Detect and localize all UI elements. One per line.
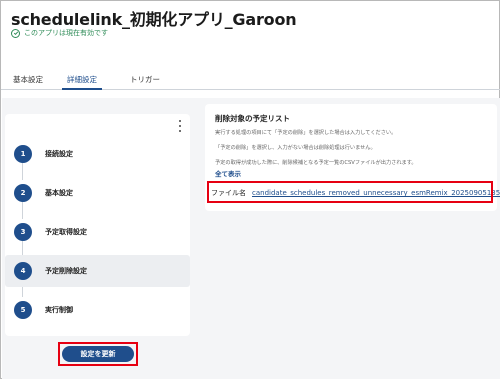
- show-all-link[interactable]: 全て表示: [215, 168, 241, 178]
- tab-trigger[interactable]: トリガー: [130, 74, 160, 90]
- step-label: 実行制御: [45, 306, 73, 314]
- help-text: 予定の取得が成功した際に、削除候補となる予定一覧のCSVファイルが出力されます。: [215, 160, 417, 166]
- delete-list-title: 削除対象の予定リスト: [215, 114, 290, 123]
- page-title: schedulelink_初期化アプリ_Garoon: [11, 10, 297, 29]
- highlight-box: [207, 181, 493, 203]
- tab-basic-settings[interactable]: 基本設定: [13, 74, 43, 90]
- step-label: 予定削除設定: [45, 267, 87, 275]
- step-label: 予定取得設定: [45, 228, 87, 236]
- tab-bar: 基本設定 詳細設定 トリガー: [1, 72, 500, 90]
- step-number: 3: [14, 223, 32, 241]
- step-label: 基本設定: [45, 189, 73, 197]
- step-number: 2: [14, 184, 32, 202]
- step-execution-control[interactable]: 5 実行制御: [5, 294, 190, 326]
- more-options-icon[interactable]: [178, 120, 182, 132]
- step-number: 5: [14, 301, 32, 319]
- help-text: 「予定の削除」を選択し、入力がない場合は削除処理は行いません。: [215, 145, 376, 151]
- step-label: 接続設定: [45, 150, 73, 158]
- app-window: schedulelink_初期化アプリ_Garoon このアプリは現在有効です …: [0, 0, 500, 379]
- step-schedule-fetch-settings[interactable]: 3 予定取得設定: [5, 216, 190, 248]
- tab-detailed-settings[interactable]: 詳細設定: [62, 74, 102, 90]
- highlight-box: [58, 342, 138, 366]
- step-number: 1: [14, 145, 32, 163]
- step-connection-settings[interactable]: 1 接続設定: [5, 138, 190, 170]
- help-text: 実行する処理の項目にて「予定の削除」を選択した場合は入力してください。: [215, 130, 397, 136]
- step-schedule-delete-settings[interactable]: 4 予定削除設定: [5, 255, 190, 287]
- step-number: 4: [14, 262, 32, 280]
- status-text: このアプリは現在有効です: [24, 29, 108, 37]
- step-basic-settings[interactable]: 2 基本設定: [5, 177, 190, 209]
- check-circle-icon: [11, 28, 20, 38]
- app-status: このアプリは現在有効です: [11, 28, 108, 38]
- steps-panel: 1 接続設定 2 基本設定 3 予定取得設定 4 予定削除設定 5 実行制御: [5, 114, 190, 336]
